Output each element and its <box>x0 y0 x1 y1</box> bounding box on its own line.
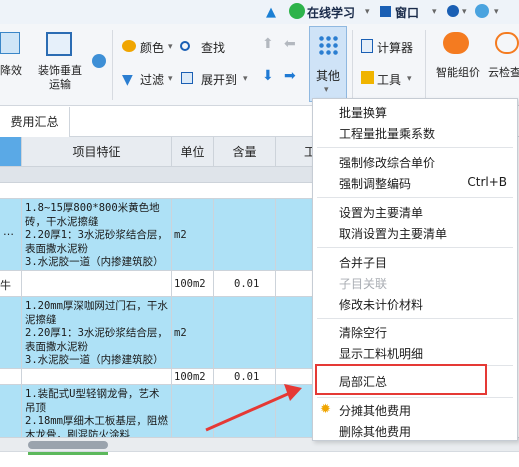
arrow-head <box>284 384 302 401</box>
arrow-shaft <box>205 391 291 432</box>
annotation-arrow <box>205 384 302 432</box>
